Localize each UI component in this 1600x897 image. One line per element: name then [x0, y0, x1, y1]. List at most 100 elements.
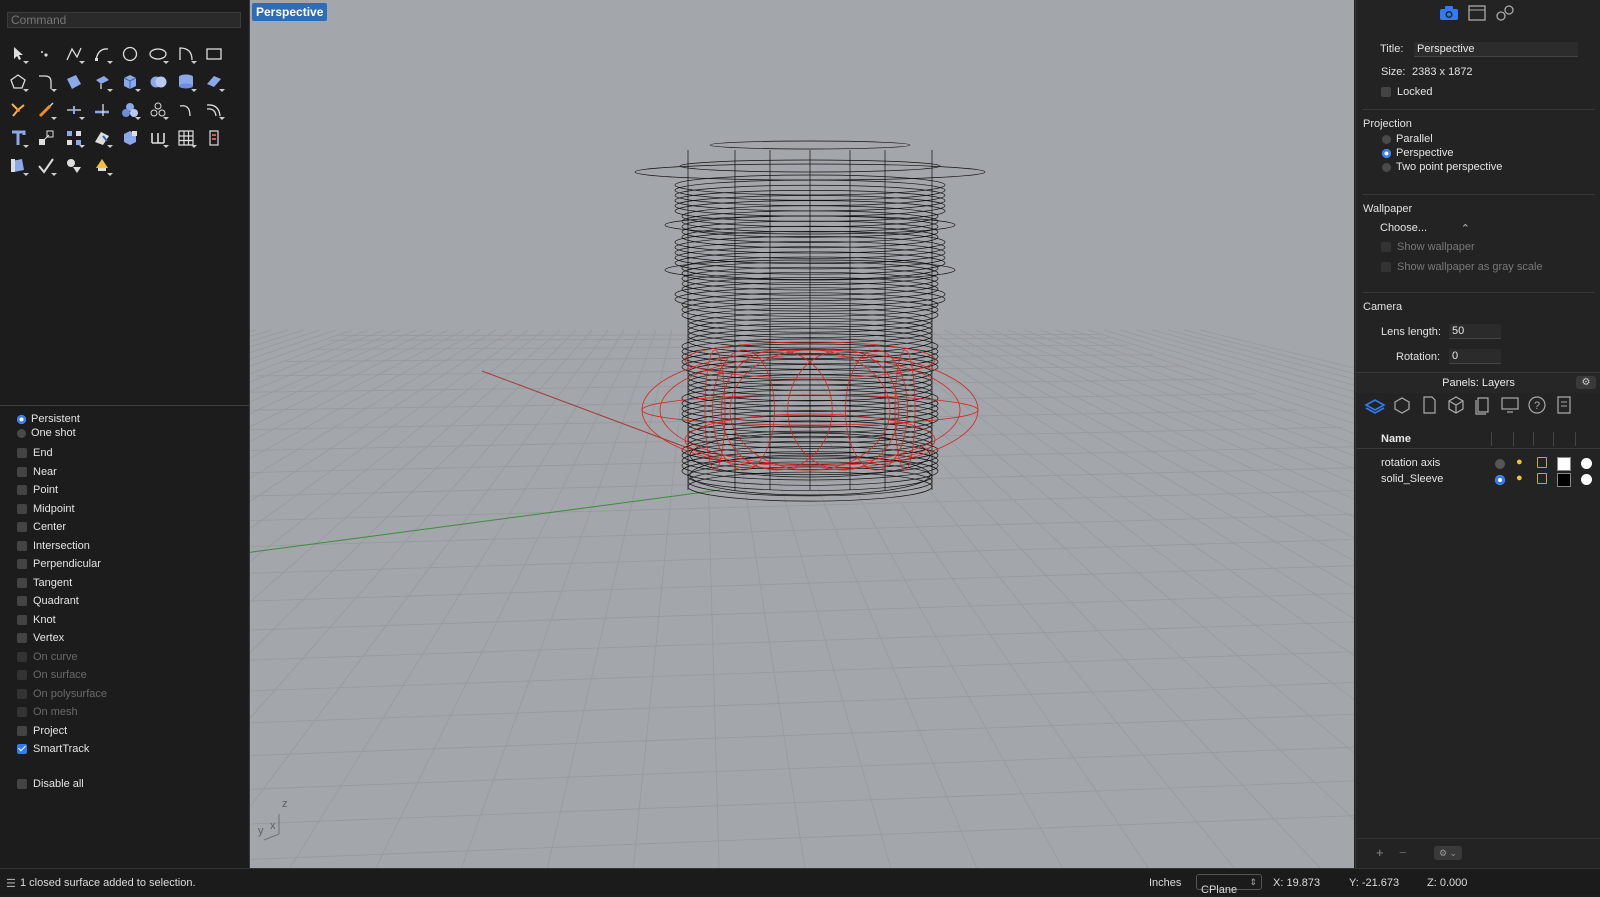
polygon-tool[interactable] — [4, 68, 32, 96]
osnap-mode-persistent[interactable]: Persistent — [17, 412, 107, 426]
point-tool[interactable] — [32, 40, 60, 68]
layout-tab-icon[interactable] — [1472, 395, 1494, 415]
lens-length-field[interactable]: 50 — [1449, 324, 1501, 339]
radio-two-point[interactable] — [1382, 162, 1391, 172]
viewport-canvas[interactable] — [250, 0, 1354, 868]
osnap-checkbox[interactable] — [17, 577, 27, 588]
explode-tool[interactable] — [4, 96, 32, 124]
surface-edit-tool[interactable] — [60, 68, 88, 96]
projection-parallel[interactable]: Parallel — [1382, 133, 1433, 145]
layer-name[interactable]: solid_Sleeve — [1381, 473, 1443, 485]
light-tool[interactable] — [88, 152, 116, 180]
analyze-tool[interactable] — [88, 124, 116, 152]
paint-tool[interactable] — [4, 152, 32, 180]
osnap-checkbox[interactable] — [17, 633, 27, 644]
cube-tab-icon[interactable] — [1445, 395, 1467, 415]
radio-perspective[interactable] — [1382, 148, 1391, 158]
osnap-item[interactable]: Project — [17, 722, 107, 741]
blend-curve-tool[interactable] — [172, 96, 200, 124]
arc-tool[interactable] — [172, 40, 200, 68]
osnap-item[interactable]: Perpendicular — [17, 555, 107, 574]
title-field[interactable]: Perspective — [1414, 42, 1578, 57]
box-tool[interactable] — [116, 68, 144, 96]
osnap-checkbox[interactable] — [17, 448, 27, 459]
dimension-tool[interactable] — [144, 124, 172, 152]
layer-color-swatch[interactable] — [1557, 457, 1571, 471]
layer-name[interactable]: rotation axis — [1381, 457, 1440, 469]
osnap-checkbox[interactable] — [17, 466, 27, 477]
osnap-item[interactable]: Vertex — [17, 629, 107, 648]
osnap-item[interactable]: Tangent — [17, 574, 107, 593]
rotation-field[interactable]: 0 — [1449, 349, 1501, 364]
layer-color-swatch[interactable] — [1557, 473, 1571, 487]
osnap-item[interactable]: Center — [17, 518, 107, 537]
points-cluster-tool[interactable] — [144, 96, 172, 124]
layer-options-gear-icon[interactable]: ⚙ ⌄ — [1434, 846, 1462, 860]
osnap-checkbox[interactable] — [17, 596, 27, 607]
ellipse-tool[interactable] — [144, 40, 172, 68]
osnap-item[interactable]: Midpoint — [17, 500, 107, 519]
check-tool[interactable] — [32, 152, 60, 180]
light-bulb-icon[interactable]: ● — [1516, 456, 1523, 468]
notes-tab-icon[interactable] — [1553, 395, 1575, 415]
cylinder-tool[interactable] — [172, 68, 200, 96]
layers-tab-icon[interactable] — [1364, 395, 1386, 415]
radio-persistent[interactable] — [17, 414, 26, 424]
trim-tool[interactable] — [88, 96, 116, 124]
osnap-item[interactable]: Intersection — [17, 537, 107, 556]
projection-perspective[interactable]: Perspective — [1382, 147, 1453, 159]
solid-edit-tool[interactable] — [116, 124, 144, 152]
panel-gear-icon[interactable]: ⚙ — [1576, 376, 1596, 389]
camera-icon[interactable] — [1438, 4, 1460, 22]
select-arrow-tool[interactable] — [4, 40, 32, 68]
osnap-checkbox[interactable] — [17, 559, 27, 570]
offset-tool[interactable] — [200, 96, 228, 124]
osnap-item[interactable]: End — [17, 444, 107, 463]
circle-tool[interactable] — [116, 40, 144, 68]
osnap-checkbox[interactable] — [17, 503, 27, 514]
osnap-checkbox[interactable] — [17, 744, 27, 755]
osnap-checkbox[interactable] — [17, 485, 27, 496]
boolean-tool[interactable] — [144, 68, 172, 96]
units-button[interactable]: Inches — [1149, 877, 1181, 889]
extrude-tool[interactable] — [88, 68, 116, 96]
osnap-checkbox[interactable] — [17, 522, 27, 533]
curve-tool[interactable] — [88, 40, 116, 68]
radio-oneshot[interactable] — [17, 428, 26, 438]
document-tab-icon[interactable] — [1418, 395, 1440, 415]
osnap-item[interactable]: SmartTrack — [17, 740, 107, 759]
objects-tab-icon[interactable] — [1391, 395, 1413, 415]
checkbox-locked[interactable] — [1381, 87, 1391, 97]
checkbox-disable-all[interactable] — [17, 778, 27, 789]
material-icon[interactable] — [1581, 458, 1592, 469]
history-tool[interactable] — [200, 124, 228, 152]
locked-row[interactable]: Locked — [1381, 86, 1432, 98]
current-layer-radio[interactable] — [1495, 459, 1505, 469]
current-layer-radio[interactable] — [1495, 475, 1505, 485]
plane-surface-tool[interactable] — [200, 68, 228, 96]
text-tool[interactable] — [4, 124, 32, 152]
lock-icon[interactable] — [1537, 473, 1547, 484]
wallpaper-select[interactable]: Choose... ⌃ — [1380, 222, 1470, 237]
osnap-checkbox[interactable] — [17, 614, 27, 625]
list-icon[interactable]: ☰ — [6, 877, 16, 890]
viewport-title-tab[interactable]: Perspective — [252, 3, 328, 21]
lock-icon[interactable] — [1537, 457, 1547, 468]
osnap-item[interactable]: Quadrant — [17, 592, 107, 611]
osnap-checkbox[interactable] — [17, 540, 27, 551]
command-input[interactable] — [7, 12, 241, 28]
layer-row[interactable]: rotation axis ● — [1356, 456, 1600, 472]
light-bulb-icon[interactable]: ● — [1516, 472, 1523, 484]
osnap-checkbox[interactable] — [17, 725, 27, 736]
display-tab-icon[interactable] — [1499, 395, 1521, 415]
cplane-select[interactable]: CPlane ⇕ — [1196, 874, 1262, 896]
layer-row[interactable]: solid_Sleeve ● — [1356, 472, 1600, 488]
rectangle-tool[interactable] — [200, 40, 228, 68]
material-icon[interactable] — [1581, 474, 1592, 485]
radio-parallel[interactable] — [1382, 134, 1391, 144]
extend-tool[interactable] — [32, 96, 60, 124]
grid-tool[interactable] — [172, 124, 200, 152]
viewport-properties-icon[interactable] — [1466, 4, 1488, 22]
name-column[interactable]: Name — [1381, 433, 1411, 445]
add-layer-button[interactable]: + — [1376, 845, 1384, 860]
